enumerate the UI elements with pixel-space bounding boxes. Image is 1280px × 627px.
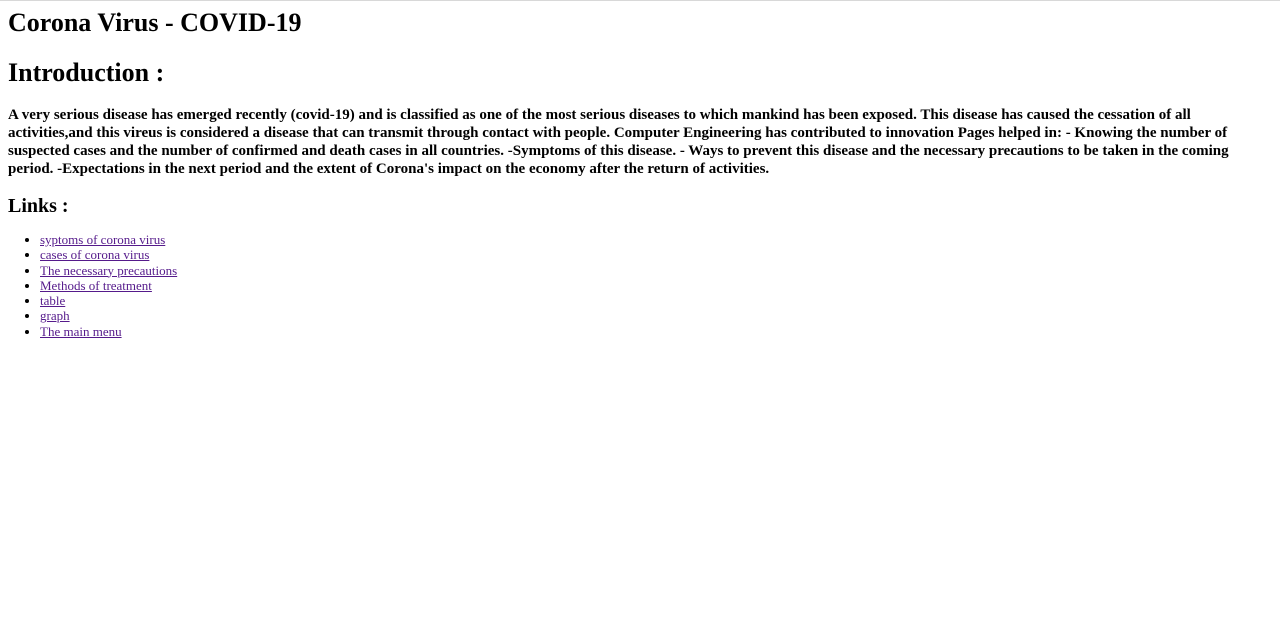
links-list: syptoms of corona virus cases of corona …: [8, 232, 1272, 339]
link-graph[interactable]: graph: [40, 308, 70, 323]
list-item: syptoms of corona virus: [40, 232, 1272, 247]
list-item: cases of corona virus: [40, 247, 1272, 262]
link-symptoms[interactable]: syptoms of corona virus: [40, 232, 165, 247]
link-treatment[interactable]: Methods of treatment: [40, 278, 152, 293]
links-heading: Links :: [8, 195, 69, 217]
list-item: table: [40, 293, 1272, 308]
introduction-paragraph: A very serious disease has emerged recen…: [8, 107, 1229, 177]
list-item: Methods of treatment: [40, 278, 1272, 293]
list-item: The necessary precautions: [40, 263, 1272, 278]
page-title: Corona Virus - COVID-19: [8, 8, 302, 37]
link-main-menu[interactable]: The main menu: [40, 324, 122, 339]
link-table[interactable]: table: [40, 293, 65, 308]
link-precautions[interactable]: The necessary precautions: [40, 263, 177, 278]
list-item: graph: [40, 308, 1272, 323]
introduction-heading: Introduction :: [8, 58, 165, 87]
list-item: The main menu: [40, 324, 1272, 339]
page-content: Corona Virus - COVID-19 Introduction : A…: [0, 1, 1280, 339]
link-cases[interactable]: cases of corona virus: [40, 247, 149, 262]
